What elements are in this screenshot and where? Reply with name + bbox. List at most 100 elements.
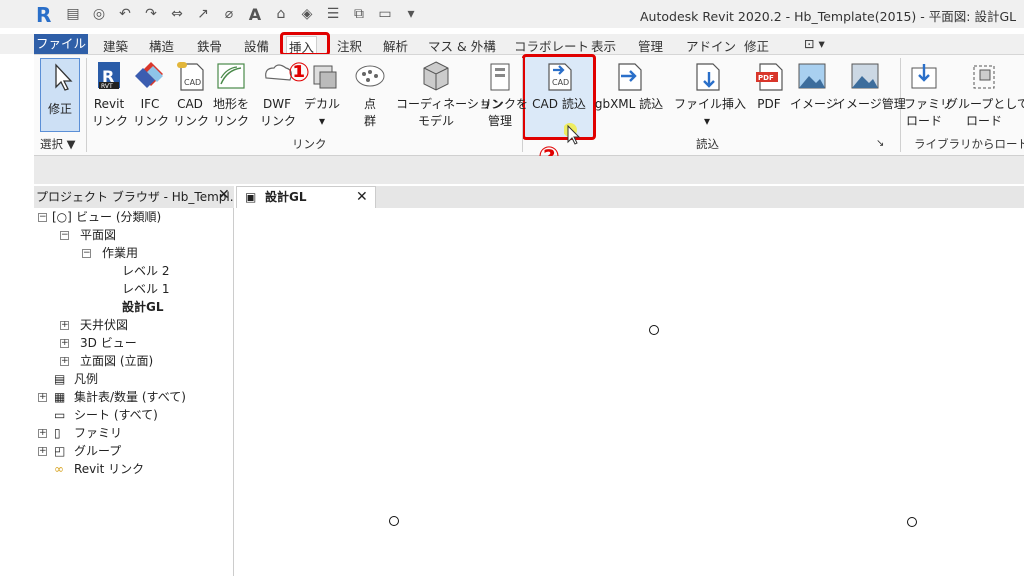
manage-links-icon xyxy=(490,63,510,91)
tree-item-revit-links[interactable]: Revit リンク xyxy=(74,461,144,477)
ribbon-toggle-icon[interactable]: ⊡ ▾ xyxy=(802,36,827,56)
tree-item-legends[interactable]: 凡例 xyxy=(74,371,98,387)
redo-icon[interactable]: ↷ xyxy=(140,3,162,25)
open-icon[interactable]: ◎ xyxy=(88,3,110,25)
customize-icon[interactable]: ▾ xyxy=(400,3,422,25)
tab-manage[interactable]: 管理 xyxy=(636,36,665,56)
tree-item-elevations[interactable]: 立面図 (立面) xyxy=(80,353,153,369)
image-button[interactable]: イメージ xyxy=(790,58,838,113)
section-icon[interactable]: ◈ xyxy=(296,3,318,25)
library-panel-label: ライブラリからロード xyxy=(914,137,1024,151)
point-cloud-button[interactable]: 点 群 xyxy=(352,58,388,130)
modify-button[interactable]: 修正 xyxy=(40,58,80,132)
tag-icon[interactable]: ⌀ xyxy=(218,3,240,25)
revit-link-label-2: リンク xyxy=(92,114,129,128)
point-cloud-icon xyxy=(355,65,385,87)
tab-analyze[interactable]: 解析 xyxy=(381,36,410,56)
ribbon-tab-bar: ファイル 建築 構造 鉄骨 設備 挿入 注釈 解析 マス & 外構 コラボレート… xyxy=(0,34,1024,56)
tree-item-sheets[interactable]: シート (すべて) xyxy=(74,407,158,423)
revit-logo[interactable]: R xyxy=(36,3,56,27)
tree-item-3d-views[interactable]: 3D ビュー xyxy=(80,335,137,351)
revit-link-label: Revit xyxy=(93,97,125,111)
collapse-icon[interactable]: − xyxy=(60,231,69,240)
tree-item-ceiling[interactable]: 天井伏図 xyxy=(80,317,128,333)
view-tab-design-gl[interactable]: ▣ 設計GL xyxy=(236,186,376,208)
tab-massing-site[interactable]: マス & 外構 xyxy=(426,36,498,56)
tree-item-design-gl[interactable]: 設計GL xyxy=(122,299,164,315)
home-icon[interactable]: ▤ xyxy=(62,3,84,25)
manage-images-button[interactable]: イメージ管理 xyxy=(834,58,906,113)
cad-import-button[interactable]: CAD CAD 読込 xyxy=(526,58,592,113)
expand-icon[interactable]: + xyxy=(60,357,69,366)
cad-link-icon: CAD xyxy=(177,62,204,91)
tree-views-icon: [○] xyxy=(52,210,72,224)
window-title: Autodesk Revit 2020.2 - Hb_Template(2015… xyxy=(640,9,1017,24)
load-family-icon xyxy=(911,64,937,89)
text-icon[interactable]: A xyxy=(244,3,266,25)
expand-icon[interactable]: + xyxy=(38,447,47,456)
tab-architecture[interactable]: 建築 xyxy=(101,36,130,56)
close-view-icon[interactable]: ✕ xyxy=(356,186,368,208)
3d-view-icon[interactable]: ⌂ xyxy=(270,3,292,25)
file-insert-button[interactable]: ファイル挿入 ▾ xyxy=(674,58,746,130)
pdf-button[interactable]: PDF PDF xyxy=(752,58,786,113)
undo-icon[interactable]: ↶ xyxy=(114,3,136,25)
tree-item-groups[interactable]: グループ xyxy=(74,443,121,459)
load-as-group-label: グループとして xyxy=(946,97,1024,111)
tree-item-schedules[interactable]: 集計表/数量 (すべて) xyxy=(74,389,186,405)
dimension-icon[interactable]: ↗ xyxy=(192,3,214,25)
thin-lines-icon[interactable]: ☰ xyxy=(322,3,344,25)
tab-collaborate[interactable]: コラボレート xyxy=(512,36,591,56)
tab-file[interactable]: ファイル xyxy=(34,34,88,54)
revit-link-button[interactable]: R RVT Revit リンク xyxy=(92,58,129,130)
switch-windows-icon[interactable]: ▭ xyxy=(374,3,396,25)
gbxml-import-button[interactable]: gbXML 読込 xyxy=(594,58,664,113)
elevation-marker[interactable] xyxy=(389,516,399,526)
select-panel-label[interactable]: 選択 ▼ xyxy=(40,136,76,152)
tab-steel[interactable]: 鉄骨 xyxy=(195,36,224,56)
drawing-canvas[interactable] xyxy=(236,208,1024,576)
tab-view[interactable]: 表示 xyxy=(589,36,618,56)
close-views-icon[interactable]: ⧉ xyxy=(348,3,370,25)
image-label: イメージ xyxy=(790,97,838,111)
expand-icon[interactable]: + xyxy=(60,321,69,330)
tree-item-level-2[interactable]: レベル 2 xyxy=(122,263,169,279)
family-icon: ▯ xyxy=(54,426,61,440)
tree-item-families[interactable]: ファミリ xyxy=(74,425,122,441)
panel-expand-icon[interactable]: ↘ xyxy=(876,138,884,149)
tree-item-floor-plans[interactable]: 平面図 xyxy=(80,227,116,243)
panel-divider xyxy=(86,58,87,152)
topo-link-label-2: リンク xyxy=(212,114,249,128)
elevation-marker[interactable] xyxy=(649,325,659,335)
expand-icon[interactable]: + xyxy=(38,393,47,402)
load-family-button[interactable]: ファミリ ロード xyxy=(904,58,952,130)
file-insert-icon xyxy=(696,63,720,91)
cad-link-button[interactable]: CAD CAD リンク xyxy=(173,58,209,130)
tab-addins[interactable]: アドイン xyxy=(684,36,738,56)
collapse-icon[interactable]: − xyxy=(82,249,91,258)
collapse-icon[interactable]: − xyxy=(38,213,47,222)
load-as-group-button[interactable]: グループとして ロード xyxy=(946,58,1024,130)
mouse-cursor-icon xyxy=(564,123,581,145)
tree-item-level-1[interactable]: レベル 1 xyxy=(122,281,169,297)
tree-item-views[interactable]: ビュー (分類順) xyxy=(76,209,161,225)
tab-annotate[interactable]: 注釈 xyxy=(335,36,364,56)
manage-links-button[interactable]: リンクを 管理 xyxy=(480,58,528,130)
load-family-label-2: ロード xyxy=(905,114,942,128)
coordination-model-button[interactable]: コーディネーション モデル xyxy=(396,58,503,130)
ifc-link-button[interactable]: IFC リンク xyxy=(133,58,169,130)
load-as-group-label-2: ロード xyxy=(965,114,1002,128)
import-panel-label: 読込 xyxy=(696,137,719,151)
tab-systems[interactable]: 設備 xyxy=(242,36,271,56)
expand-icon[interactable]: + xyxy=(60,339,69,348)
tab-modify[interactable]: 修正 xyxy=(742,36,771,56)
elevation-marker[interactable] xyxy=(907,517,917,527)
tab-structure[interactable]: 構造 xyxy=(147,36,176,56)
topo-link-button[interactable]: 地形を リンク xyxy=(212,58,250,130)
expand-icon[interactable]: + xyxy=(38,429,47,438)
svg-text:CAD: CAD xyxy=(552,78,569,87)
close-icon[interactable]: ✕ xyxy=(218,187,230,203)
measure-icon[interactable]: ⇔ xyxy=(166,3,188,25)
tree-item-working[interactable]: 作業用 xyxy=(102,245,138,261)
title-bar: R ▤ ◎ ↶ ↷ ⇔ ↗ ⌀ A ⌂ ◈ ☰ ⧉ ▭ ▾ Autodesk R… xyxy=(0,0,1024,28)
